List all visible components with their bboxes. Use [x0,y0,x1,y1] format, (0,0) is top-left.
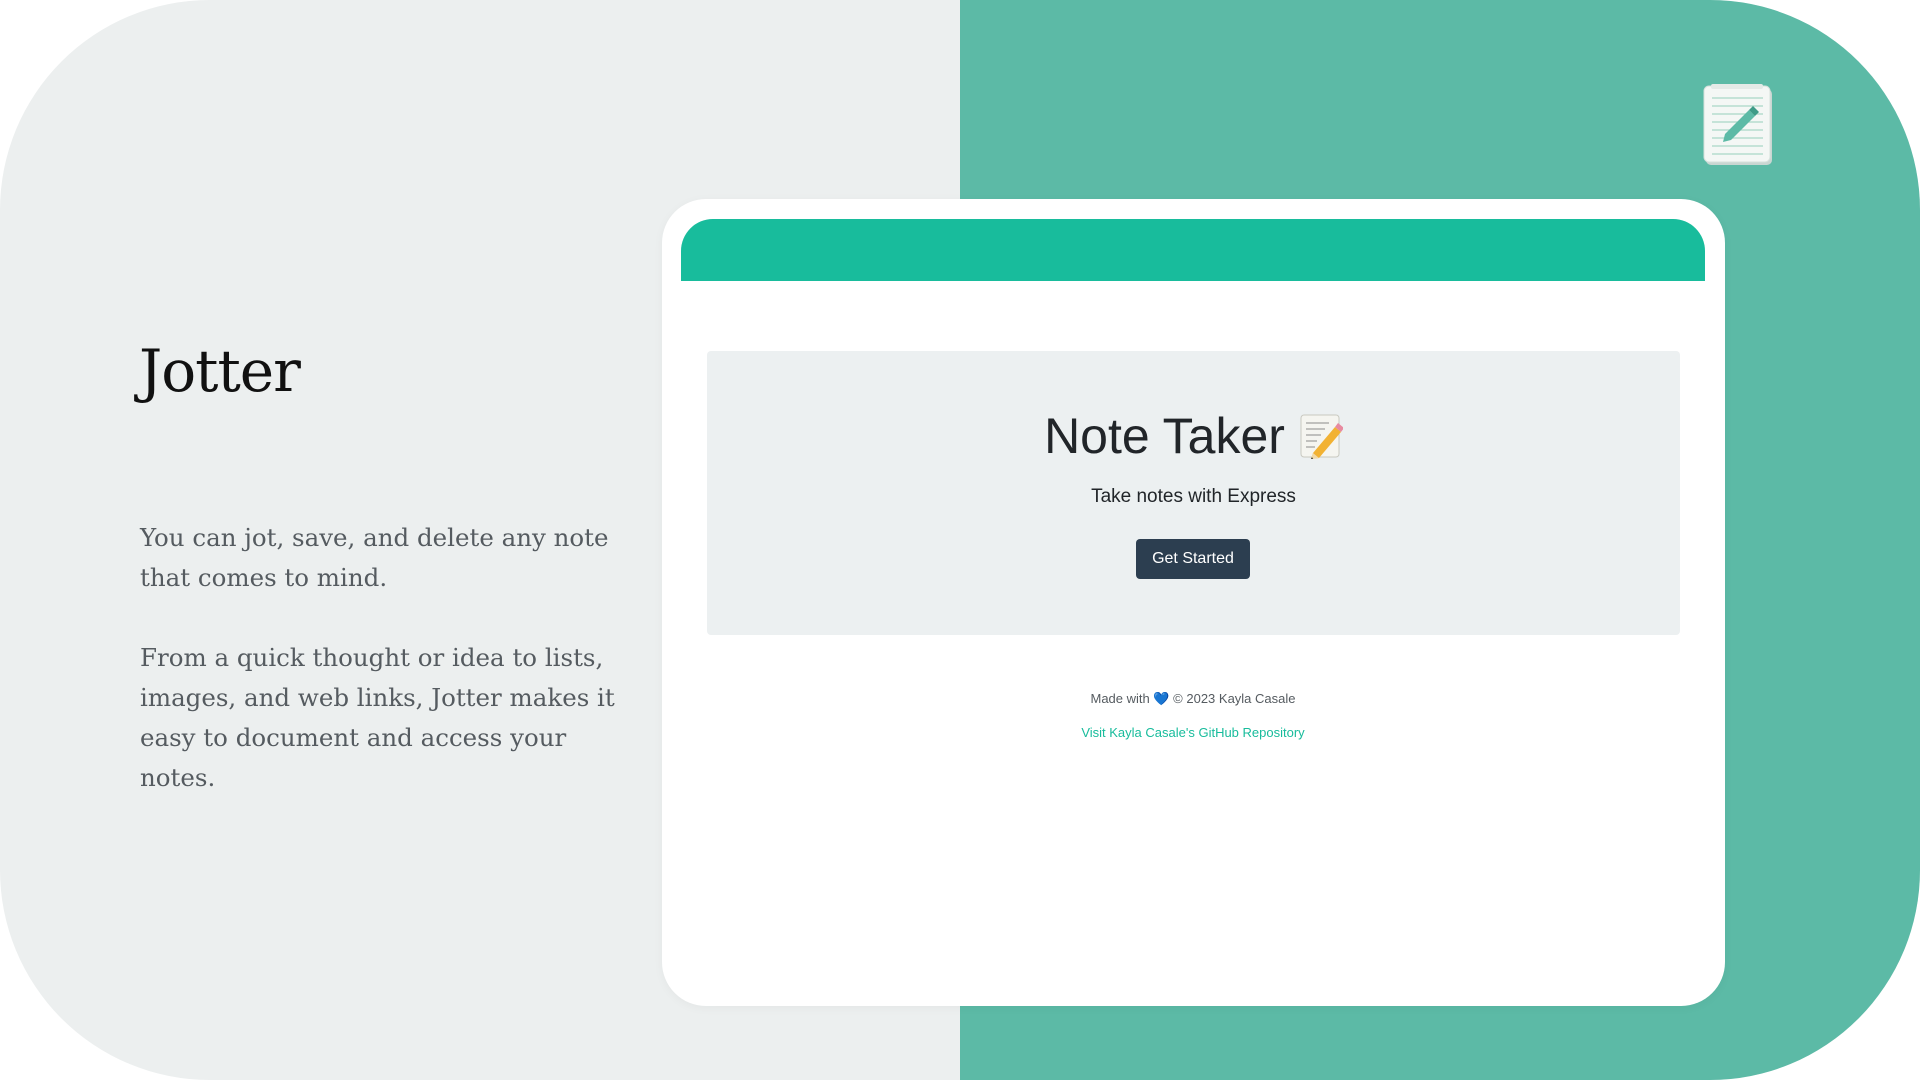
hero-title-text: Note Taker [1044,408,1285,464]
slide-description-1: You can jot, save, and delete any note t… [140,523,609,592]
github-repo-link[interactable]: Visit Kayla Casale's GitHub Repository [681,725,1705,740]
hero-subtitle: Take notes with Express [1091,486,1296,507]
hero-title: Note Taker [707,407,1680,465]
footer-copyright: © 2023 Kayla Casale [1173,691,1296,706]
slide-title: Jotter [139,337,301,405]
notepad-icon [1703,84,1772,165]
get-started-button[interactable]: Get Started [1136,539,1250,579]
slide-description-2: From a quick thought or idea to lists, i… [140,643,615,792]
memo-icon [1300,414,1343,459]
footer-credit: Made with 💙 © 2023 Kayla Casale [681,691,1705,707]
hero-section: Note Taker Take notes with Express Get S… [707,351,1680,635]
app-navbar [681,219,1705,281]
heart-icon: 💙 [1153,691,1170,706]
footer-made-with: Made with [1090,691,1150,706]
